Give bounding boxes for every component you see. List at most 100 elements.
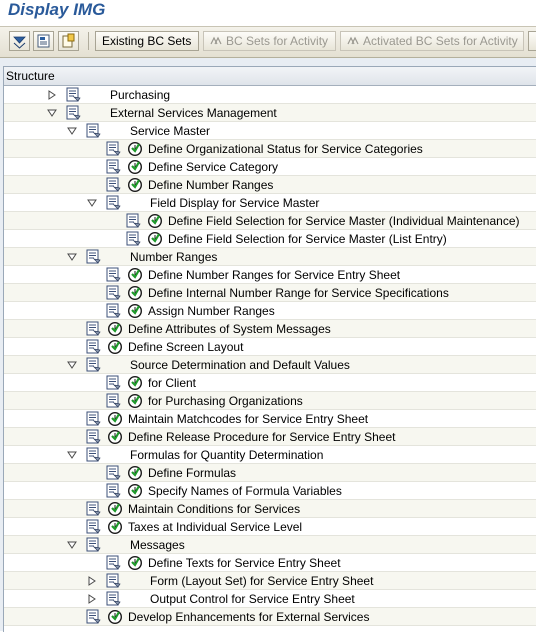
expanded-toggle-icon[interactable]: [67, 252, 77, 262]
tree-row[interactable]: Number Ranges: [4, 248, 536, 266]
find-button[interactable]: [33, 31, 54, 51]
documentation-icon[interactable]: [125, 213, 141, 229]
tree-row[interactable]: Define Attributes of System Messages: [4, 320, 536, 338]
tree-row[interactable]: for Client: [4, 374, 536, 392]
documentation-icon[interactable]: [105, 465, 121, 481]
documentation-icon[interactable]: [85, 357, 101, 373]
execute-activity-icon[interactable]: [107, 339, 123, 355]
execute-activity-icon[interactable]: [127, 141, 143, 157]
tree-row[interactable]: Maintain Conditions for Services: [4, 500, 536, 518]
documentation-icon[interactable]: [85, 339, 101, 355]
note-button[interactable]: [58, 31, 79, 51]
documentation-icon[interactable]: [105, 177, 121, 193]
expanded-toggle-icon[interactable]: [67, 450, 77, 460]
documentation-icon[interactable]: [105, 393, 121, 409]
tree-row[interactable]: Define Field Selection for Service Maste…: [4, 230, 536, 248]
documentation-icon[interactable]: [105, 591, 121, 607]
documentation-icon[interactable]: [85, 321, 101, 337]
tree-row[interactable]: Source Determination and Default Values: [4, 356, 536, 374]
documentation-icon[interactable]: [85, 249, 101, 265]
documentation-icon[interactable]: [85, 411, 101, 427]
documentation-icon[interactable]: [105, 483, 121, 499]
expanded-toggle-icon[interactable]: [67, 540, 77, 550]
expanded-toggle-icon[interactable]: [87, 198, 97, 208]
execute-activity-icon[interactable]: [107, 429, 123, 445]
img-structure-tree[interactable]: Structure Purchasing External Services Ma…: [3, 66, 536, 632]
expanded-toggle-icon[interactable]: [67, 360, 77, 370]
documentation-icon[interactable]: [85, 447, 101, 463]
tree-row[interactable]: Specify Names of Formula Variables: [4, 482, 536, 500]
tree-row[interactable]: Formulas for Quantity Determination: [4, 446, 536, 464]
expanded-toggle-icon[interactable]: [67, 126, 77, 136]
tree-row[interactable]: Define Number Ranges for Service Entry S…: [4, 266, 536, 284]
execute-activity-icon[interactable]: [127, 555, 143, 571]
documentation-icon[interactable]: [105, 303, 121, 319]
collapsed-toggle-icon[interactable]: [47, 90, 57, 100]
documentation-icon[interactable]: [65, 87, 81, 103]
tree-row[interactable]: Define Formulas: [4, 464, 536, 482]
bc-sets-for-activity-button[interactable]: BC Sets for Activity: [203, 31, 336, 51]
documentation-icon[interactable]: [105, 267, 121, 283]
execute-activity-icon[interactable]: [127, 303, 143, 319]
collapsed-toggle-icon[interactable]: [87, 594, 97, 604]
tree-row[interactable]: External Services Management: [4, 104, 536, 122]
tree-row[interactable]: for Purchasing Organizations: [4, 392, 536, 410]
tree-row[interactable]: [4, 626, 536, 632]
documentation-icon[interactable]: [105, 375, 121, 391]
tree-row[interactable]: Define Organizational Status for Service…: [4, 140, 536, 158]
execute-activity-icon[interactable]: [107, 321, 123, 337]
execute-activity-icon[interactable]: [127, 375, 143, 391]
tree-node-label: Specify Names of Formula Variables: [148, 484, 342, 498]
documentation-icon[interactable]: [85, 537, 101, 553]
documentation-icon[interactable]: [125, 231, 141, 247]
execute-activity-icon[interactable]: [127, 177, 143, 193]
execute-activity-icon[interactable]: [127, 393, 143, 409]
execute-activity-icon[interactable]: [107, 411, 123, 427]
tree-row[interactable]: Define Internal Number Range for Service…: [4, 284, 536, 302]
documentation-icon[interactable]: [85, 501, 101, 517]
tree-row[interactable]: Define Texts for Service Entry Sheet: [4, 554, 536, 572]
documentation-icon[interactable]: [105, 195, 121, 211]
expanded-toggle-icon[interactable]: [47, 108, 57, 118]
documentation-icon[interactable]: [105, 141, 121, 157]
tree-row[interactable]: Output Control for Service Entry Sheet: [4, 590, 536, 608]
tree-row[interactable]: Field Display for Service Master: [4, 194, 536, 212]
execute-activity-icon[interactable]: [147, 231, 163, 247]
tree-row[interactable]: Define Service Category: [4, 158, 536, 176]
tree-row[interactable]: Define Field Selection for Service Maste…: [4, 212, 536, 230]
execute-activity-icon[interactable]: [107, 519, 123, 535]
documentation-icon[interactable]: [105, 159, 121, 175]
tree-row[interactable]: Form (Layout Set) for Service Entry Shee…: [4, 572, 536, 590]
documentation-icon[interactable]: [85, 519, 101, 535]
tree-row[interactable]: Define Release Procedure for Service Ent…: [4, 428, 536, 446]
tree-row[interactable]: Define Number Ranges: [4, 176, 536, 194]
tree-row[interactable]: Messages: [4, 536, 536, 554]
execute-activity-icon[interactable]: [107, 501, 123, 517]
execute-activity-icon[interactable]: [127, 159, 143, 175]
tree-row[interactable]: Purchasing: [4, 86, 536, 104]
execute-activity-icon[interactable]: [107, 609, 123, 625]
tree-row[interactable]: Define Screen Layout: [4, 338, 536, 356]
documentation-icon[interactable]: [105, 573, 121, 589]
tree-row[interactable]: Assign Number Ranges: [4, 302, 536, 320]
documentation-icon[interactable]: [65, 105, 81, 121]
existing-bc-sets-button[interactable]: Existing BC Sets: [95, 31, 199, 51]
tree-row[interactable]: Develop Enhancements for External Servic…: [4, 608, 536, 626]
documentation-icon[interactable]: [85, 609, 101, 625]
execute-activity-icon[interactable]: [127, 465, 143, 481]
documentation-icon[interactable]: [105, 285, 121, 301]
tree-row[interactable]: Maintain Matchcodes for Service Entry Sh…: [4, 410, 536, 428]
collapsed-toggle-icon[interactable]: [87, 576, 97, 586]
execute-activity-icon[interactable]: [127, 483, 143, 499]
execute-activity-icon[interactable]: [127, 285, 143, 301]
expand-all-button[interactable]: [9, 31, 30, 51]
more-toolbar-button[interactable]: [528, 31, 536, 51]
documentation-icon[interactable]: [85, 429, 101, 445]
documentation-icon[interactable]: [85, 123, 101, 139]
documentation-icon[interactable]: [105, 555, 121, 571]
tree-row[interactable]: Taxes at Individual Service Level: [4, 518, 536, 536]
execute-activity-icon[interactable]: [147, 213, 163, 229]
activated-bc-sets-button[interactable]: Activated BC Sets for Activity: [340, 31, 524, 51]
tree-row[interactable]: Service Master: [4, 122, 536, 140]
execute-activity-icon[interactable]: [127, 267, 143, 283]
